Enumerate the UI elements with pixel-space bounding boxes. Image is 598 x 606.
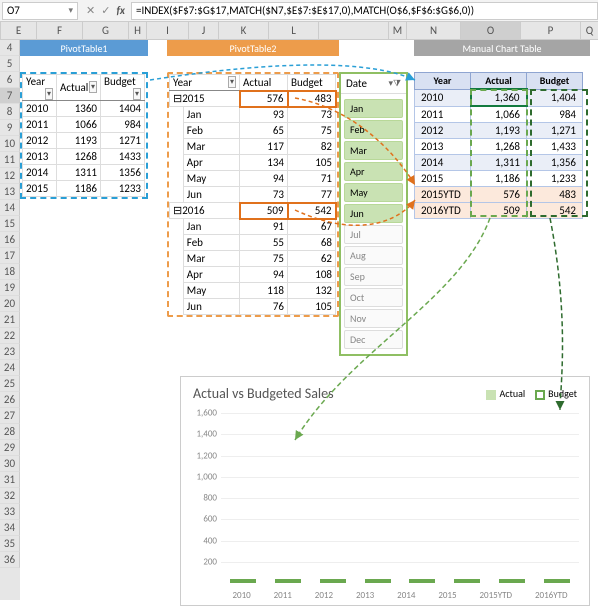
col-header-K[interactable]: K	[219, 22, 269, 39]
chart-plot-area: 2004006008001,0001,2001,4001,600	[221, 413, 579, 583]
row-header-5[interactable]: 5	[0, 56, 20, 72]
formula-icons: ✕ ✓ fx	[80, 4, 131, 17]
slicer-item-sep[interactable]: Sep	[344, 267, 403, 286]
col-header-H[interactable]: H	[129, 22, 147, 39]
row-header-17[interactable]: 17	[0, 248, 20, 264]
row-header-6[interactable]: 6	[0, 72, 20, 88]
col-header-I[interactable]: I	[147, 22, 189, 39]
filter-icon[interactable]: ▾⧩	[388, 78, 401, 89]
row-headers: 4567891011121314151617181920212223242526…	[0, 40, 20, 600]
legend-actual: Actual	[486, 387, 525, 400]
chart-legend: Actual Budget	[486, 387, 577, 400]
cells-area[interactable]: PivotTable1 PivotTable2 Manual Chart Tab…	[20, 40, 598, 600]
accept-icon[interactable]: ✓	[101, 4, 110, 17]
row-header-27[interactable]: 27	[0, 408, 20, 424]
row-header-14[interactable]: 14	[0, 200, 20, 216]
row-header-7[interactable]: 7	[0, 88, 20, 104]
row-header-29[interactable]: 29	[0, 440, 20, 456]
cancel-icon[interactable]: ✕	[86, 4, 95, 17]
col-header-E[interactable]: E	[1, 22, 37, 39]
row-header-16[interactable]: 16	[0, 232, 20, 248]
col-header-Q[interactable]: Q	[581, 22, 598, 39]
manual-chart-table: YearActualBudget20101,3601,40420111,0669…	[414, 72, 583, 219]
row-header-31[interactable]: 31	[0, 472, 20, 488]
row-header-11[interactable]: 11	[0, 152, 20, 168]
row-header-34[interactable]: 34	[0, 520, 20, 536]
row-header-19[interactable]: 19	[0, 280, 20, 296]
slicer-item-mar[interactable]: Mar	[344, 141, 403, 160]
slicer-item-jan[interactable]: Jan	[344, 99, 403, 118]
pivot1-band: PivotTable1	[20, 40, 148, 56]
name-box[interactable]: O7 ▾	[2, 2, 78, 20]
slicer-item-aug[interactable]: Aug	[344, 246, 403, 265]
slicer-item-oct[interactable]: Oct	[344, 288, 403, 307]
formula-input[interactable]: =INDEX($F$7:$G$17,MATCH($N7,$E$7:$E$17,0…	[131, 2, 598, 20]
chart-x-labels: 2010201120122013201420152015YTD2016YTD	[221, 590, 579, 601]
legend-budget: Budget	[535, 387, 577, 400]
col-header-[interactable]	[319, 22, 389, 39]
row-header-24[interactable]: 24	[0, 360, 20, 376]
row-header-33[interactable]: 33	[0, 504, 20, 520]
col-header-G[interactable]: G	[83, 22, 129, 39]
row-header-15[interactable]: 15	[0, 216, 20, 232]
slicer-item-feb[interactable]: Feb	[344, 120, 403, 139]
col-header-O[interactable]: O	[461, 22, 521, 39]
row-header-35[interactable]: 35	[0, 536, 20, 552]
fx-icon[interactable]: fx	[116, 4, 125, 17]
row-header-10[interactable]: 10	[0, 136, 20, 152]
date-slicer[interactable]: Date ▾⧩ Jan Feb Mar Apr May Jun Jul Aug Sep Oct No…	[339, 72, 408, 356]
formula-text: =INDEX($F$7:$G$17,MATCH($N7,$E$7:$E$17,0…	[136, 4, 474, 17]
grid: 4567891011121314151617181920212223242526…	[0, 40, 598, 600]
row-header-18[interactable]: 18	[0, 264, 20, 280]
row-header-9[interactable]: 9	[0, 120, 20, 136]
slicer-item-jun[interactable]: Jun	[344, 204, 403, 223]
col-header-M[interactable]: M	[389, 22, 407, 39]
row-header-25[interactable]: 25	[0, 376, 20, 392]
row-header-32[interactable]: 32	[0, 488, 20, 504]
slicer-item-dec[interactable]: Dec	[344, 330, 403, 349]
col-header-J[interactable]: J	[189, 22, 219, 39]
pivottable1: Year▾Actual▾Budget▾201013601404201110669…	[20, 72, 148, 199]
row-header-30[interactable]: 30	[0, 456, 20, 472]
chevron-down-icon[interactable]: ▾	[68, 5, 73, 16]
slicer-title: Date	[346, 77, 367, 90]
col-header-N[interactable]: N	[407, 22, 461, 39]
row-header-13[interactable]: 13	[0, 184, 20, 200]
slicer-item-nov[interactable]: Nov	[344, 309, 403, 328]
row-header-20[interactable]: 20	[0, 296, 20, 312]
pivot2-band: PivotTable2	[167, 40, 339, 56]
row-header-22[interactable]: 22	[0, 328, 20, 344]
slicer-item-jul[interactable]: Jul	[344, 225, 403, 244]
chart[interactable]: Actual vs Budgeted Sales Actual Budget 2…	[180, 376, 590, 606]
name-box-value: O7	[7, 4, 20, 17]
formula-bar: O7 ▾ ✕ ✓ fx =INDEX($F$7:$G$17,MATCH($N7,…	[0, 0, 598, 22]
row-header-26[interactable]: 26	[0, 392, 20, 408]
col-header-P[interactable]: P	[521, 22, 581, 39]
row-header-4[interactable]: 4	[0, 40, 20, 56]
row-header-12[interactable]: 12	[0, 168, 20, 184]
slicer-item-may[interactable]: May	[344, 183, 403, 202]
pivottable2: Year▾ActualBudget⊟2015576483Jan9373Feb65…	[167, 72, 339, 317]
row-header-8[interactable]: 8	[0, 104, 20, 120]
row-header-28[interactable]: 28	[0, 424, 20, 440]
col-header-L[interactable]: L	[269, 22, 319, 39]
manual-band: Manual Chart Table	[414, 40, 590, 56]
col-header-F[interactable]: F	[37, 22, 83, 39]
row-header-21[interactable]: 21	[0, 312, 20, 328]
row-header-23[interactable]: 23	[0, 344, 20, 360]
slicer-item-apr[interactable]: Apr	[344, 162, 403, 181]
column-headers: EFGHIJKL MNOPQ	[0, 22, 598, 40]
row-header-36[interactable]: 36	[0, 552, 20, 568]
